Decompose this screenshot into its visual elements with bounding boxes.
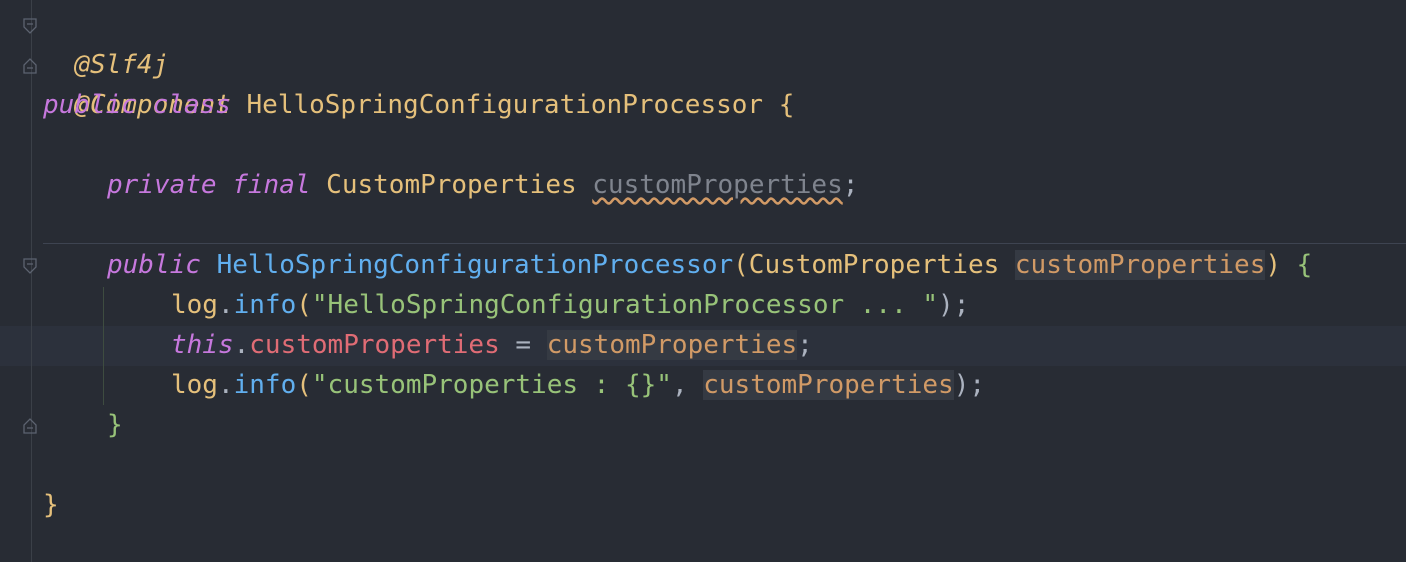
close-paren: )	[1265, 250, 1282, 280]
log-object: log	[171, 290, 218, 320]
string-literal: "customProperties : {}"	[311, 370, 672, 400]
param-ref: customProperties	[546, 330, 798, 360]
param-ref: customProperties	[703, 370, 954, 400]
fold-start-icon[interactable]	[22, 257, 38, 275]
keyword-class: class	[152, 90, 231, 120]
code-line-1[interactable]: @Slf4j	[43, 5, 168, 80]
fold-end-icon[interactable]	[22, 57, 38, 75]
class-open-brace: {	[778, 90, 795, 120]
code-line-9[interactable]: this.customProperties = customProperties…	[171, 325, 813, 365]
fold-start-icon[interactable]	[22, 17, 38, 35]
gutter-divider	[31, 0, 32, 562]
semicolon: ;	[842, 170, 859, 200]
indent-guide	[103, 287, 104, 405]
keyword-this: this	[171, 330, 234, 360]
method-open-brace: {	[1296, 250, 1313, 280]
keyword-public: public	[107, 250, 201, 280]
dot: .	[217, 370, 234, 400]
class-close-brace: }	[43, 490, 59, 520]
code-line-11[interactable]: }	[107, 405, 123, 445]
code-line-2[interactable]: @Component	[43, 45, 231, 120]
log-object: log	[171, 370, 218, 400]
code-line-8[interactable]: log.info("HelloSpringConfigurationProces…	[171, 285, 969, 325]
fold-end-icon[interactable]	[22, 417, 38, 435]
method-info: info	[233, 370, 297, 400]
close-paren-semicolon: );	[938, 290, 970, 320]
param-type: CustomProperties	[748, 250, 1000, 280]
method-separator	[43, 243, 1406, 244]
field-name: customProperties	[592, 170, 843, 200]
open-paren: (	[296, 370, 312, 400]
constructor-name: HelloSpringConfigurationProcessor	[216, 250, 734, 280]
code-line-5[interactable]: private final CustomProperties customPro…	[107, 165, 858, 205]
keyword-private: private	[107, 170, 217, 200]
method-info: info	[233, 290, 297, 320]
method-close-brace: }	[107, 410, 123, 440]
close-paren-semicolon: );	[953, 370, 986, 400]
dot: .	[233, 330, 250, 360]
code-line-7[interactable]: public HelloSpringConfigurationProcessor…	[107, 245, 1312, 285]
keyword-final: final	[232, 170, 311, 200]
comma: ,	[671, 370, 704, 400]
class-name: HelloSpringConfigurationProcessor	[246, 90, 764, 120]
field-type: CustomProperties	[326, 170, 577, 200]
semicolon: ;	[797, 330, 813, 360]
string-literal: "HelloSpringConfigurationProcessor ... "	[311, 290, 939, 320]
code-line-3[interactable]: public class HelloSpringConfigurationPro…	[43, 85, 794, 125]
assign-operator: =	[499, 330, 547, 360]
param-name: customProperties	[1014, 250, 1266, 280]
code-line-10[interactable]: log.info("customProperties : {}", custom…	[171, 365, 985, 405]
dot: .	[217, 290, 234, 320]
open-paren: (	[733, 250, 749, 280]
keyword-public: public	[43, 90, 137, 120]
code-line-13[interactable]: }	[43, 485, 59, 525]
open-paren: (	[296, 290, 312, 320]
field-ref: customProperties	[249, 330, 500, 360]
